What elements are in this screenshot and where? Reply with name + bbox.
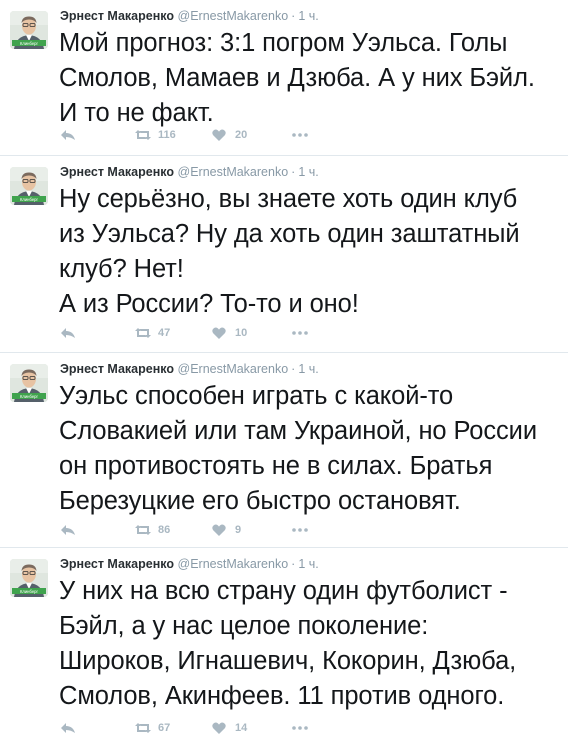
timestamp[interactable]: 1 ч. [298,557,318,571]
separator: · [291,362,296,376]
more-icon [292,133,308,137]
reply-button[interactable] [60,327,134,339]
more-icon [292,528,308,532]
like-button[interactable]: 14 [212,722,292,734]
separator: · [291,165,296,179]
tweet[interactable]: Клинберг Эрнест Макаренко @ErnestMakaren… [0,548,568,750]
tweet-header: Эрнест Макаренко @ErnestMakarenko · 1 ч. [60,8,319,24]
avatar[interactable]: Клинберг [10,11,48,49]
more-button[interactable] [292,133,308,137]
like-count: 14 [235,722,248,734]
more-icon [292,726,308,730]
avatar-caption: Клинберг [20,394,39,399]
retweet-icon [135,130,151,140]
author-handle[interactable]: @ErnestMakarenko [178,362,289,376]
avatar-caption: Клинберг [20,589,39,594]
reply-icon [61,328,75,338]
heart-icon [212,327,226,339]
tweet[interactable]: Клинберг Эрнест Макаренко @ErnestMakaren… [0,353,568,547]
retweet-count: 116 [158,129,176,141]
reply-icon [61,525,75,535]
author-name[interactable]: Эрнест Макаренко [60,9,174,23]
tweet-text: Мой прогноз: 3:1 погром Уэльса. Голы Смо… [59,29,535,127]
tweet[interactable]: Клинберг Эрнест Макаренко @ErnestMakaren… [0,0,568,155]
retweet-icon [135,525,151,535]
author-handle[interactable]: @ErnestMakarenko [178,557,289,571]
reply-icon [61,723,75,733]
like-count: 20 [235,129,248,141]
retweet-button[interactable]: 86 [134,524,212,536]
like-button[interactable]: 10 [212,327,292,339]
author-handle[interactable]: @ErnestMakarenko [178,165,289,179]
like-count: 10 [235,327,248,339]
tweet-text: Уэльс способен играть с какой-то Словаки… [59,382,537,515]
like-count: 9 [235,524,242,536]
avatar-caption: Клинберг [20,41,39,46]
tweet-text: Ну серьёзно, вы знаете хоть один клуб из… [59,185,520,318]
author-name[interactable]: Эрнест Макаренко [60,557,174,571]
heart-icon [212,524,226,536]
tweet-text: У них на всю страну один футболист - Бэй… [59,577,517,710]
avatar[interactable]: Клинберг [10,559,48,597]
timestamp[interactable]: 1 ч. [298,9,318,23]
retweet-count: 86 [158,524,171,536]
retweet-icon [135,723,151,733]
avatar[interactable]: Клинберг [10,364,48,402]
retweet-button[interactable]: 67 [134,722,212,734]
avatar-caption: Клинберг [20,197,39,202]
separator: · [291,557,296,571]
heart-icon [212,722,226,734]
tweet-header: Эрнест Макаренко @ErnestMakarenko · 1 ч. [60,164,319,180]
retweet-icon [135,328,151,338]
more-button[interactable] [292,726,308,730]
more-icon [292,331,308,335]
author-handle[interactable]: @ErnestMakarenko [178,9,289,23]
retweet-count: 47 [158,327,171,339]
reply-button[interactable] [60,129,134,141]
tweet-actions: 116 20 [60,126,308,144]
more-button[interactable] [292,331,308,335]
timestamp[interactable]: 1 ч. [298,165,318,179]
tweet-header: Эрнест Макаренко @ErnestMakarenko · 1 ч. [60,556,319,572]
tweet-actions: 86 9 [60,521,308,539]
like-button[interactable]: 20 [212,129,292,141]
tweet-header: Эрнест Макаренко @ErnestMakarenko · 1 ч. [60,361,319,377]
tweet-actions: 67 14 [60,719,308,737]
reply-icon [61,130,75,140]
retweet-count: 67 [158,722,171,734]
timestamp[interactable]: 1 ч. [298,362,318,376]
retweet-button[interactable]: 47 [134,327,212,339]
like-button[interactable]: 9 [212,524,292,536]
heart-icon [212,129,226,141]
reply-button[interactable] [60,524,134,536]
more-button[interactable] [292,528,308,532]
reply-button[interactable] [60,722,134,734]
tweet-actions: 47 10 [60,324,308,342]
author-name[interactable]: Эрнест Макаренко [60,362,174,376]
retweet-button[interactable]: 116 [134,129,212,141]
avatar[interactable]: Клинберг [10,167,48,205]
author-name[interactable]: Эрнест Макаренко [60,165,174,179]
tweet[interactable]: Клинберг Эрнест Макаренко @ErnestMakaren… [0,156,568,352]
separator: · [291,9,296,23]
